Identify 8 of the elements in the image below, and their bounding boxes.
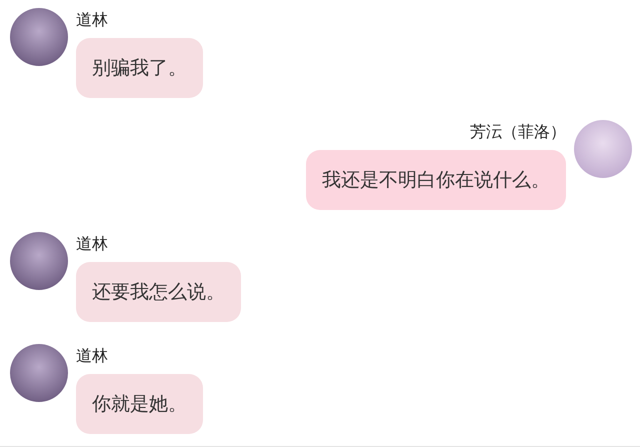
sender-name: 道林 [76, 10, 108, 30]
sender-name: 芳沄（菲洛） [470, 122, 566, 142]
message-bubble: 我还是不明白你在说什么。 [306, 150, 566, 210]
sender-name: 道林 [76, 234, 108, 254]
message-bubble: 你就是她。 [76, 374, 203, 434]
message-bubble: 别骗我了。 [76, 38, 203, 98]
message-bubble: 还要我怎么说。 [76, 262, 241, 322]
sender-name: 道林 [76, 346, 108, 366]
